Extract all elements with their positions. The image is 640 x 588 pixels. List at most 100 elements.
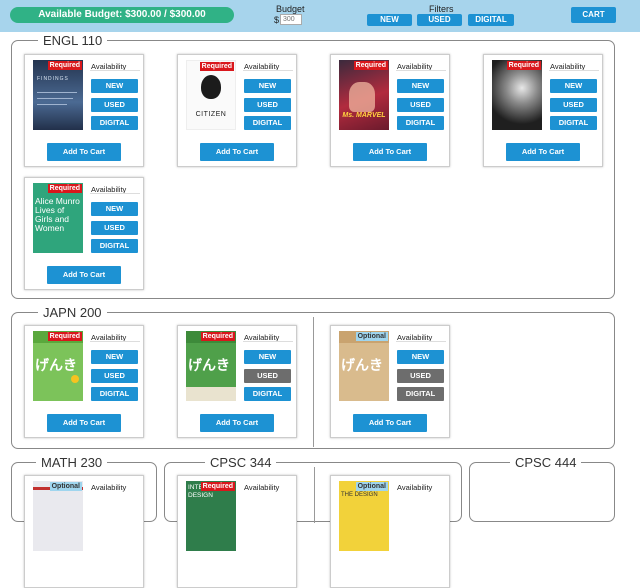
- new-option-button[interactable]: NEW: [91, 79, 138, 93]
- course-title: ENGL 110: [38, 33, 108, 48]
- book-cover[interactable]: THE DESIGN Optional: [339, 481, 389, 551]
- course-section-math-230: MATH 230 Optional Availability: [11, 455, 157, 588]
- book-cover[interactable]: げんき Required: [33, 331, 83, 401]
- cover-title: げんき: [35, 357, 77, 373]
- add-to-cart-button[interactable]: Add To Cart: [353, 143, 427, 161]
- book-cover[interactable]: げんき Required: [186, 331, 236, 401]
- divider: [243, 70, 293, 71]
- column-divider: [313, 317, 314, 447]
- divider: [90, 193, 140, 194]
- book-cover[interactable]: Alice Munro Lives of Girls and Women Req…: [33, 183, 83, 253]
- cover-hood-art: [201, 75, 221, 99]
- digital-option-button[interactable]: DIGITAL: [397, 116, 444, 130]
- new-option-button[interactable]: NEW: [244, 79, 291, 93]
- book-cover[interactable]: げんき Optional: [339, 331, 389, 401]
- new-option-button[interactable]: NEW: [244, 350, 291, 364]
- digital-option-button[interactable]: DIGITAL: [91, 239, 138, 253]
- add-to-cart-button[interactable]: Add To Cart: [506, 143, 580, 161]
- divider: [549, 70, 599, 71]
- divider: [396, 70, 446, 71]
- book-card: げんき Required Availability NEW USED DIGIT…: [177, 325, 297, 438]
- column-divider: [314, 467, 315, 523]
- used-option-button-unavailable: USED: [244, 369, 291, 383]
- new-option-button[interactable]: NEW: [91, 202, 138, 216]
- used-option-button[interactable]: USED: [244, 98, 291, 112]
- cover-line: [37, 98, 73, 99]
- digital-option-button[interactable]: DIGITAL: [91, 387, 138, 401]
- divider: [243, 341, 293, 342]
- used-option-button[interactable]: USED: [91, 98, 138, 112]
- book-card: げんき Optional Availability NEW USED DIGIT…: [330, 325, 450, 438]
- digital-option-button-unavailable: DIGITAL: [397, 387, 444, 401]
- divider: [90, 70, 140, 71]
- cover-band: [186, 387, 236, 401]
- new-option-button[interactable]: NEW: [550, 79, 597, 93]
- new-option-button[interactable]: NEW: [397, 79, 444, 93]
- book-card: げんき Required Availability NEW USED DIGIT…: [24, 325, 144, 438]
- add-to-cart-button[interactable]: Add To Cart: [47, 414, 121, 432]
- used-option-button[interactable]: USED: [91, 221, 138, 235]
- top-bar: Available Budget: $300.00 / $300.00 Budg…: [0, 0, 640, 32]
- digital-option-button[interactable]: DIGITAL: [244, 387, 291, 401]
- cover-line: [37, 92, 77, 93]
- book-card: Alice Munro Lives of Girls and Women Req…: [24, 177, 144, 290]
- optional-tag: Optional: [355, 482, 388, 491]
- book-cover[interactable]: INTER DESIGN Required: [186, 481, 236, 551]
- budget-currency: $: [274, 15, 280, 25]
- filter-used-button[interactable]: USED: [417, 14, 462, 26]
- cover-title: THE DESIGN: [341, 492, 378, 498]
- digital-option-button[interactable]: DIGITAL: [91, 116, 138, 130]
- book-cover[interactable]: Optional: [33, 481, 83, 551]
- filter-new-button[interactable]: NEW: [367, 14, 412, 26]
- divider: [396, 341, 446, 342]
- digital-option-button[interactable]: DIGITAL: [550, 116, 597, 130]
- digital-option-button[interactable]: DIGITAL: [244, 116, 291, 130]
- book-card: CITIZEN Required Availability NEW USED D…: [177, 54, 297, 167]
- cover-title: Alice Munro Lives of Girls and Women: [35, 196, 80, 233]
- cover-title: FINDINGS: [37, 76, 69, 82]
- required-tag: Required: [506, 61, 541, 70]
- course-section-japn-200: JAPN 200 げんき Required Availability NEW U…: [11, 305, 615, 449]
- add-to-cart-button[interactable]: Add To Cart: [200, 414, 274, 432]
- divider: [90, 341, 140, 342]
- required-tag: Required: [353, 61, 388, 70]
- availability-label: Availability: [91, 483, 127, 492]
- cover-figure-art: [349, 82, 375, 112]
- new-option-button[interactable]: NEW: [91, 350, 138, 364]
- used-option-button[interactable]: USED: [397, 98, 444, 112]
- book-cover[interactable]: CITIZEN Required: [186, 60, 236, 130]
- book-card: Optional Availability: [24, 475, 144, 588]
- used-option-button[interactable]: USED: [550, 98, 597, 112]
- book-cover[interactable]: FINDINGS Required: [33, 60, 83, 130]
- required-tag: Required: [200, 332, 235, 341]
- budget-label: Budget: [276, 4, 305, 14]
- budget-input[interactable]: [280, 14, 302, 25]
- new-option-button[interactable]: NEW: [397, 350, 444, 364]
- filter-digital-button[interactable]: DIGITAL: [468, 14, 514, 26]
- book-card: Ms. MARVEL Required Availability NEW USE…: [330, 54, 450, 167]
- course-title: CPSC 444: [510, 455, 582, 470]
- cover-title: げんき: [188, 357, 230, 373]
- course-section-engl-110: ENGL 110 FINDINGS Required Availability …: [11, 33, 615, 299]
- filters-label: Filters: [429, 4, 454, 14]
- cover-title: Ms. MARVEL: [342, 112, 386, 119]
- optional-tag: Optional: [355, 332, 388, 341]
- course-title: MATH 230: [36, 455, 108, 470]
- book-cover[interactable]: Required: [492, 60, 542, 130]
- book-cover[interactable]: Ms. MARVEL Required: [339, 60, 389, 130]
- used-option-button[interactable]: USED: [91, 369, 138, 383]
- course-section-cpsc-344: CPSC 344 INTER DESIGN Required Availabil…: [164, 455, 462, 588]
- add-to-cart-button[interactable]: Add To Cart: [47, 266, 121, 284]
- required-tag: Required: [47, 61, 82, 70]
- required-tag: Required: [47, 332, 82, 341]
- add-to-cart-button[interactable]: Add To Cart: [47, 143, 121, 161]
- book-card: FINDINGS Required Availability NEW USED …: [24, 54, 144, 167]
- required-tag: Required: [199, 62, 234, 71]
- book-card: Required Availability NEW USED DIGITAL A…: [483, 54, 603, 167]
- optional-tag: Optional: [49, 482, 82, 491]
- cover-dot: [71, 375, 79, 383]
- availability-label: Availability: [244, 483, 280, 492]
- add-to-cart-button[interactable]: Add To Cart: [353, 414, 427, 432]
- add-to-cart-button[interactable]: Add To Cart: [200, 143, 274, 161]
- cart-button[interactable]: CART: [571, 7, 616, 23]
